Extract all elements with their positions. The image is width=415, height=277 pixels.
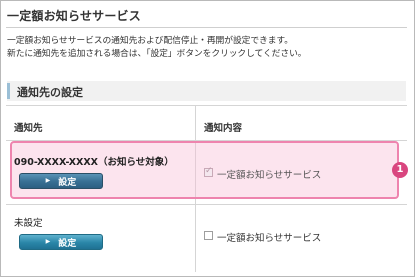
checkmark-icon: ✓ bbox=[205, 166, 213, 176]
row-1-checkbox[interactable]: ✓ bbox=[204, 166, 213, 177]
description: 一定額お知らせサービスの通知先および配信停止・再開が設定できます。 新たに通知先… bbox=[7, 35, 307, 61]
description-line-2: 新たに通知先を追加される場合は、「設定」ボタンをクリックしてください。 bbox=[7, 49, 307, 59]
page-title: 一定額お知らせサービス bbox=[7, 9, 141, 23]
row-2-checkbox[interactable] bbox=[204, 231, 213, 240]
arrow-right-icon: ▶ bbox=[45, 238, 51, 245]
row-divider bbox=[6, 204, 407, 205]
row-1-settings-button[interactable]: ▶ 設定 bbox=[19, 173, 103, 189]
row-2-content-label: 一定額お知らせサービス bbox=[217, 233, 322, 244]
description-line-1: 一定額お知らせサービスの通知先および配信停止・再開が設定できます。 bbox=[7, 36, 293, 46]
row-2-settings-button-label: 設定 bbox=[58, 238, 77, 249]
row-1-content-label: 一定額お知らせサービス bbox=[217, 170, 322, 181]
section-title: 通知先の設定 bbox=[17, 86, 83, 99]
column-header-content: 通知内容 bbox=[204, 123, 243, 134]
notification-panel: 一定額お知らせサービス 一定額お知らせサービスの通知先および配信停止・再開が設定… bbox=[0, 0, 415, 277]
recipient-table: 通知先 通知内容 090-XXXX-XXXX（お知らせ対象） ▶ 設定 ✓ 一定… bbox=[6, 105, 408, 272]
row-2-settings-button[interactable]: ▶ 設定 bbox=[19, 234, 103, 250]
column-header-recipient: 通知先 bbox=[14, 123, 43, 134]
row-2-recipient: 未設定 bbox=[14, 218, 43, 229]
section-header: 通知先の設定 bbox=[7, 81, 406, 101]
arrow-right-icon: ▶ bbox=[45, 177, 51, 184]
title-divider bbox=[6, 27, 407, 28]
row-1-settings-button-label: 設定 bbox=[58, 177, 77, 188]
callout-badge: 1 bbox=[392, 162, 408, 178]
section-accent-bar bbox=[7, 83, 10, 99]
row-1-recipient: 090-XXXX-XXXX（お知らせ対象） bbox=[14, 157, 174, 168]
